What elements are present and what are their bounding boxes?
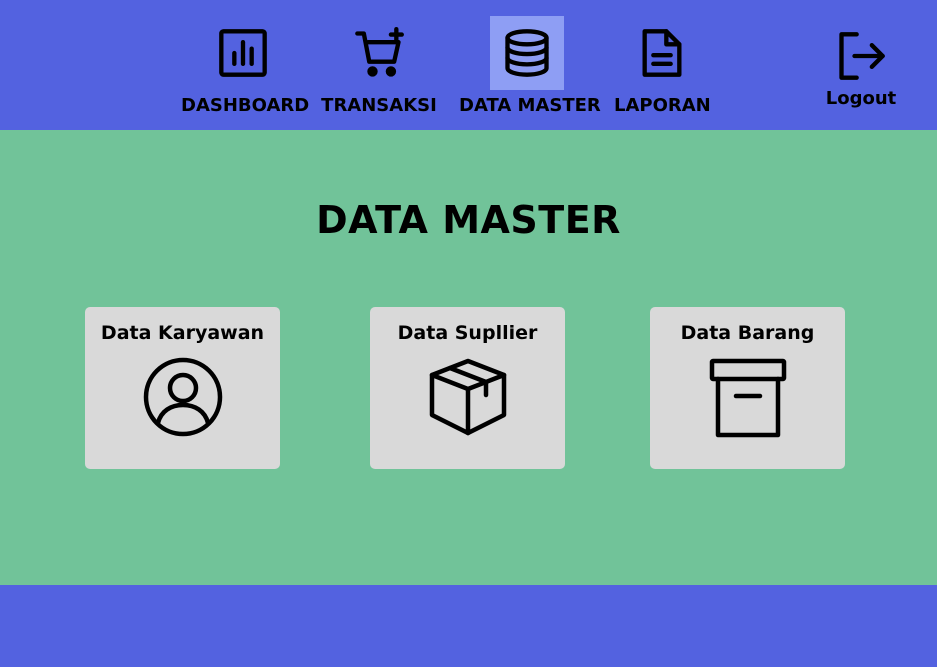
document-icon (625, 16, 699, 90)
nav-item-laporan[interactable]: LAPORAN (614, 16, 711, 116)
box-icon (426, 355, 510, 439)
user-icon (141, 355, 225, 439)
cart-plus-icon (342, 16, 416, 90)
nav-item-data-master[interactable]: DATA MASTER (459, 16, 601, 116)
database-icon (490, 16, 564, 90)
card-label-barang: Data Barang (680, 322, 815, 344)
card-data-karyawan[interactable]: Data Karyawan (85, 307, 280, 469)
card-label-karyawan: Data Karyawan (100, 322, 265, 344)
card-data-barang[interactable]: Data Barang (650, 307, 845, 469)
bar-chart-icon (206, 16, 280, 90)
nav-label-dashboard: DASHBOARD (181, 95, 310, 116)
main-content: DATA MASTER Data Karyawan Data Supllier … (0, 130, 937, 585)
nav-label-laporan: LAPORAN (614, 95, 711, 116)
card-data-supplier[interactable]: Data Supllier (370, 307, 565, 469)
nav-label-data-master: DATA MASTER (459, 95, 601, 116)
nav-label-transaksi: TRANSAKSI (321, 95, 437, 116)
nav-item-transaksi[interactable]: TRANSAKSI (321, 16, 437, 116)
logout-label: Logout (825, 88, 897, 109)
top-navigation-bar: DASHBOARD TRANSAKSI DATA MASTER LAPORAN … (0, 0, 937, 130)
logout-icon (831, 26, 891, 86)
archive-icon (706, 355, 790, 439)
card-label-supplier: Data Supllier (397, 322, 538, 344)
logout-button[interactable]: Logout (825, 26, 897, 126)
page-title: DATA MASTER (316, 198, 621, 242)
footer-bar (0, 585, 937, 667)
nav-item-dashboard[interactable]: DASHBOARD (181, 16, 310, 116)
